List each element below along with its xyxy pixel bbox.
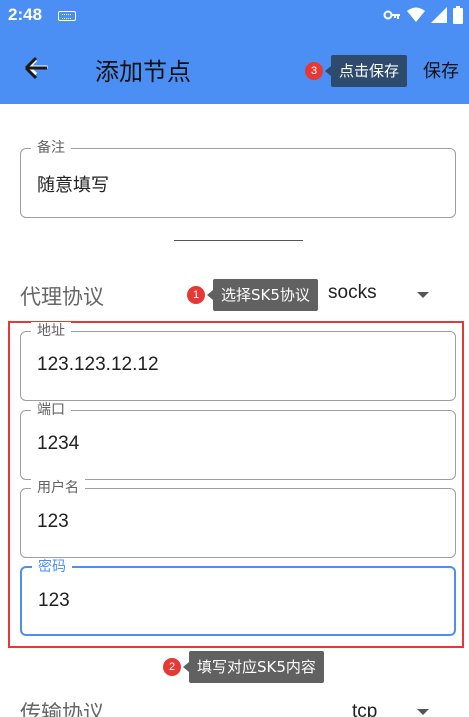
username-label: 用户名	[31, 479, 85, 497]
status-time: 2:48	[8, 5, 43, 24]
callout-save: 3 点击保存	[305, 55, 408, 87]
remark-value: 随意填写	[37, 175, 109, 196]
protocol-label: 代理协议	[20, 285, 104, 309]
callout-badge: 1	[187, 286, 205, 304]
protocol-value: socks	[328, 282, 377, 303]
vpn-key-icon	[383, 10, 400, 20]
cellular-icon	[431, 7, 447, 23]
callout-tip: 选择SK5协议	[207, 279, 318, 311]
port-value: 1234	[37, 433, 80, 454]
divider	[174, 240, 303, 241]
callout-protocol: 1 选择SK5协议	[187, 279, 318, 311]
address-value: 123.123.12.12	[37, 354, 159, 375]
page-title: 添加节点	[95, 58, 191, 86]
remark-label: 备注	[31, 139, 71, 157]
status-icons	[383, 6, 463, 24]
port-field[interactable]: 端口 1234	[20, 401, 456, 480]
protocol-dropdown[interactable]: socks	[328, 282, 434, 310]
dropdown-arrow-icon	[417, 292, 429, 298]
callout-badge: 2	[163, 658, 181, 676]
status-bar: 2:48	[0, 0, 469, 32]
keyboard-icon	[58, 11, 76, 21]
save-button[interactable]: 保存	[423, 57, 459, 83]
port-label: 端口	[31, 401, 71, 419]
wifi-icon	[407, 7, 425, 22]
callout-fill: 2 填写对应SK5内容	[163, 651, 324, 683]
username-value: 123	[37, 511, 69, 532]
back-button[interactable]	[20, 52, 52, 84]
battery-icon	[453, 6, 463, 24]
username-field[interactable]: 用户名 123	[20, 479, 456, 558]
password-value: 123	[38, 590, 70, 611]
callout-tip: 点击保存	[324, 55, 408, 87]
password-field[interactable]: 密码 123	[20, 558, 456, 636]
address-label: 地址	[31, 322, 71, 340]
transport-value: tcp	[352, 701, 378, 717]
address-field[interactable]: 地址 123.123.12.12	[20, 322, 456, 401]
transport-dropdown[interactable]: tcp	[352, 701, 434, 717]
transport-label: 传输协议	[20, 701, 104, 717]
callout-badge: 3	[305, 62, 323, 80]
arrow-back-icon	[24, 56, 48, 80]
callout-tip: 填写对应SK5内容	[183, 651, 324, 683]
remark-field[interactable]: 备注 随意填写	[20, 139, 456, 218]
password-label: 密码	[32, 558, 72, 576]
dropdown-arrow-icon	[417, 709, 429, 715]
